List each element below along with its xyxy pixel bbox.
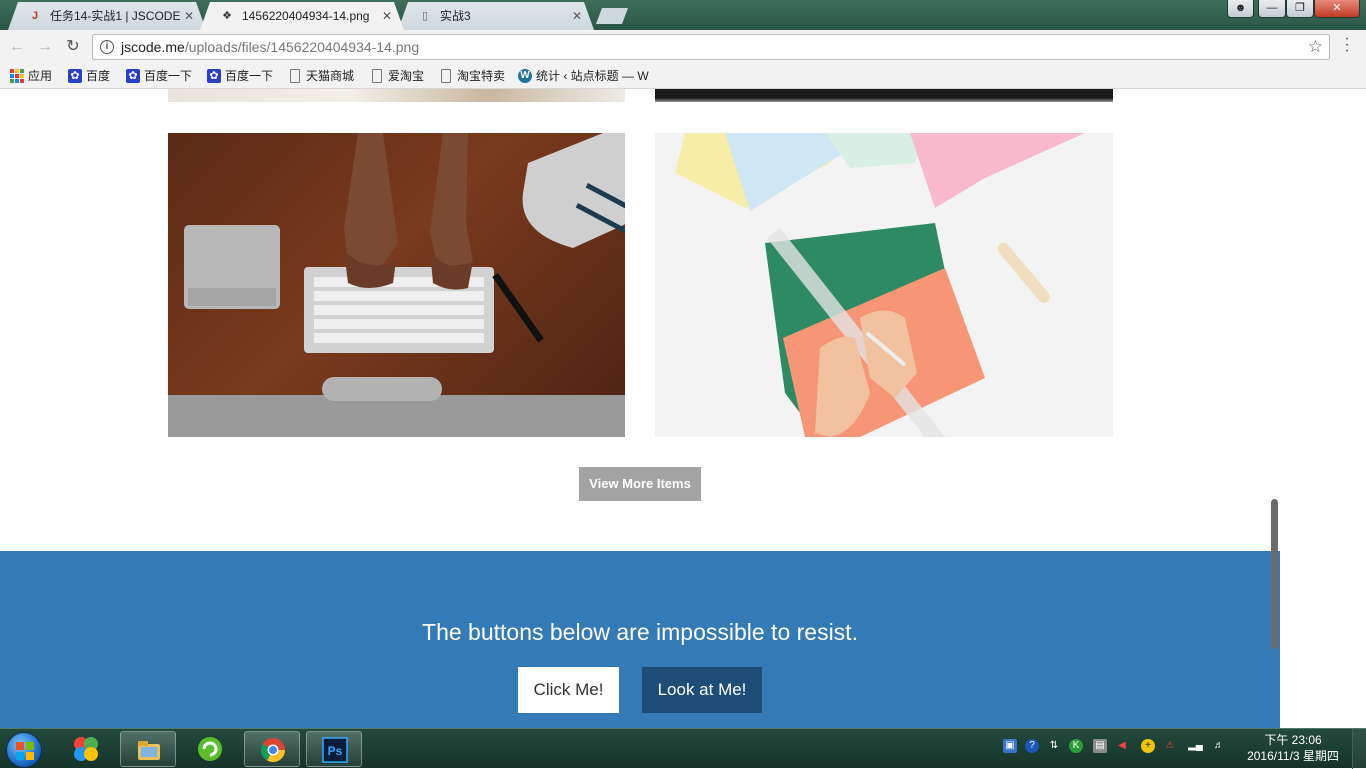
bookmark-apps[interactable]: 应用 [10, 67, 52, 85]
portfolio-image-top-left[interactable] [168, 89, 625, 102]
bookmark-star-icon[interactable]: ☆ [1308, 37, 1323, 57]
bookmark-label: 统计 ‹ 站点标题 — W [536, 69, 649, 83]
window-close-button[interactable]: ✕ [1314, 0, 1360, 18]
bookmark-baidu-yixia-2[interactable]: ✿ 百度一下 [207, 67, 273, 85]
bookmark-wordpress-stats[interactable]: W 统计 ‹ 站点标题 — W [518, 67, 656, 85]
tray-volume-icon[interactable]: ♬ [1212, 739, 1226, 753]
svg-text:Ps: Ps [328, 744, 343, 758]
new-tab-button[interactable] [596, 8, 628, 24]
taskbar-photoshop[interactable]: Ps [306, 731, 362, 767]
show-desktop-button[interactable] [1352, 729, 1366, 769]
tab-close-icon[interactable]: ✕ [572, 2, 582, 30]
back-button[interactable]: ← [6, 36, 28, 58]
tray-signal-icon[interactable]: ▂▄ [1188, 739, 1203, 753]
wordpress-icon: W [518, 69, 532, 83]
bookmark-ai-taobao[interactable]: 爱淘宝 [370, 67, 424, 85]
portfolio-image-keyboard[interactable] [168, 133, 625, 437]
tab-label: 实战3 [440, 9, 471, 23]
bookmark-label: 淘宝特卖 [457, 69, 506, 83]
tray-plus-icon[interactable]: + [1141, 739, 1155, 753]
apps-grid-icon [10, 69, 24, 83]
bookmark-label: 百度一下 [144, 69, 193, 83]
baidu-paw-icon: ✿ [207, 69, 221, 83]
browser-tab-strip: J 任务14-实战1 | JSCODE ✕ ❖ 1456220404934-14… [0, 0, 1366, 30]
bookmark-baidu-yixia-1[interactable]: ✿ 百度一下 [126, 67, 192, 85]
address-url[interactable]: jscode.me/uploads/files/1456220404934-14… [121, 39, 419, 55]
bookmark-label: 百度一下 [225, 69, 274, 83]
browser-toolbar: ← → ↻ i jscode.me/uploads/files/14562204… [0, 30, 1366, 63]
call-to-action-section: The buttons below are impossible to resi… [0, 551, 1280, 728]
jscode-favicon-icon: J [31, 10, 39, 22]
view-more-items-button[interactable]: View More Items [579, 467, 701, 501]
page-favicon-icon: ▯ [421, 10, 429, 22]
page-icon [290, 69, 300, 83]
image-favicon-icon: ❖ [222, 10, 232, 22]
address-bar[interactable]: i jscode.me/uploads/files/1456220404934-… [92, 34, 1330, 60]
page-icon [372, 69, 382, 83]
bookmark-taobao-temai[interactable]: 淘宝特卖 [439, 67, 505, 85]
app-pinwheel-icon [74, 737, 98, 761]
user-profile-button[interactable]: ☻ [1227, 0, 1254, 18]
click-me-button[interactable]: Click Me! [518, 667, 619, 713]
tab-image-file[interactable]: ❖ 1456220404934-14.png ✕ [200, 2, 404, 30]
windows-logo-icon [16, 742, 34, 760]
baidu-paw-icon: ✿ [68, 69, 82, 83]
tray-network-share-icon[interactable]: ▣ [1003, 739, 1017, 753]
page-viewport: View More Items The buttons below are im… [0, 89, 1366, 728]
tray-k-icon[interactable]: K [1069, 739, 1083, 753]
browser-menu-icon[interactable]: · · · [1342, 31, 1352, 59]
clock-time: 下午 23:06 [1264, 733, 1322, 747]
green-refresh-icon [198, 737, 222, 761]
keyboard-desk-illustration [168, 133, 625, 437]
chrome-icon [260, 738, 285, 763]
baidu-paw-icon: ✿ [126, 69, 140, 83]
url-path: /uploads/files/1456220404934-14.png [184, 39, 420, 55]
bookmark-label: 百度 [86, 69, 111, 83]
tab-label: 1456220404934-14.png [242, 9, 370, 23]
bookmarks-bar: 应用 ✿ 百度 ✿ 百度一下 ✿ 百度一下 天猫商城 爱淘宝 淘宝特卖 W 统计… [0, 63, 1366, 89]
taskbar-app-colorful[interactable] [58, 731, 114, 767]
tab-jscode-task[interactable]: J 任务14-实战1 | JSCODE ✕ [8, 2, 206, 30]
minimize-button[interactable]: — [1258, 0, 1286, 18]
forward-button[interactable]: → [34, 36, 56, 58]
tab-shizhan3[interactable]: ▯ 实战3 ✕ [398, 2, 594, 30]
page-scrollbar-thumb[interactable] [1271, 499, 1278, 649]
tab-close-icon[interactable]: ✕ [382, 2, 392, 30]
look-at-me-button[interactable]: Look at Me! [642, 667, 762, 713]
reload-button[interactable]: ↻ [62, 36, 84, 58]
bookmark-label: 应用 [28, 69, 53, 83]
clock-date: 2016/11/3 星期四 [1247, 749, 1339, 763]
tray-display-icon[interactable]: ▤ [1093, 739, 1107, 753]
bookmark-label: 爱淘宝 [388, 69, 425, 83]
bookmark-baidu[interactable]: ✿ 百度 [68, 67, 110, 85]
site-info-icon[interactable]: i [100, 40, 114, 54]
start-button[interactable] [6, 732, 42, 768]
tab-label: 任务14-实战1 | JSCODE [50, 9, 180, 23]
cta-heading: The buttons below are impossible to resi… [422, 619, 858, 645]
url-domain: jscode.me [121, 39, 185, 55]
bookmark-tmall[interactable]: 天猫商城 [288, 67, 354, 85]
tray-expand-icon[interactable]: ⇅ [1047, 739, 1061, 753]
taskbar-windows-explorer[interactable] [120, 731, 176, 767]
photoshop-icon: Ps [322, 737, 348, 763]
windows-taskbar: Ps ▣ ? ⇅ K ▤ ◀ + ⚠ ▂▄ ♬ 下午 23:06 2016/11… [0, 728, 1366, 769]
tray-help-icon[interactable]: ? [1025, 739, 1039, 753]
portfolio-image-top-right[interactable] [655, 89, 1113, 102]
bookmark-label: 天猫商城 [306, 69, 355, 83]
taskbar-clock[interactable]: 下午 23:06 2016/11/3 星期四 [1240, 732, 1346, 764]
windows-explorer-icon [138, 741, 160, 760]
page-icon [441, 69, 451, 83]
taskbar-app-green[interactable] [182, 731, 238, 767]
taskbar-chrome[interactable] [244, 731, 300, 767]
tray-security-icon[interactable]: ⚠ [1163, 739, 1177, 753]
paper-craft-illustration [675, 133, 1085, 437]
tab-close-icon[interactable]: ✕ [184, 2, 194, 30]
restore-button[interactable]: ❐ [1286, 0, 1314, 18]
portfolio-image-paper-craft[interactable] [655, 133, 1113, 437]
tray-speaker-red-icon[interactable]: ◀ [1115, 739, 1129, 753]
